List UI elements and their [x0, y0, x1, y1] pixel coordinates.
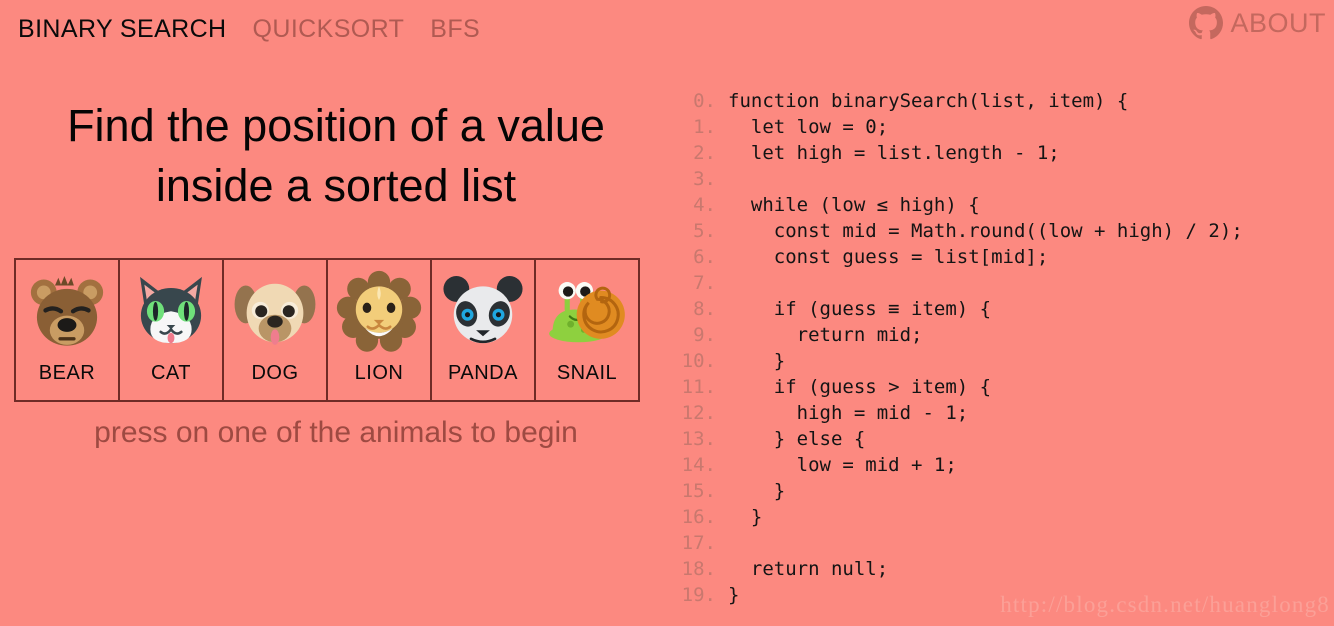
- code-line: 9. return mid;: [672, 322, 1334, 348]
- animal-card-cat[interactable]: CAT: [118, 258, 224, 402]
- line-content: if (guess > item) {: [728, 376, 992, 398]
- code-line: 3.: [672, 166, 1334, 192]
- line-number: 19.: [681, 584, 716, 606]
- nav-item-bfs[interactable]: BFS: [430, 15, 480, 44]
- code-line: 2. let high = list.length - 1;: [672, 140, 1334, 166]
- lion-face-icon: [336, 260, 422, 356]
- animal-card-label: LION: [354, 362, 404, 384]
- line-content: high = mid - 1;: [728, 402, 969, 424]
- about-link[interactable]: ABOUT: [1189, 6, 1326, 40]
- line-content: function binarySearch(list, item) {: [728, 90, 1129, 112]
- animal-card-label: PANDA: [448, 362, 518, 384]
- about-label: ABOUT: [1230, 7, 1326, 38]
- code-line: 11. if (guess > item) {: [672, 374, 1334, 400]
- code-line: 16. }: [672, 504, 1334, 530]
- instruction-text: press on one of the animals to begin: [94, 416, 578, 449]
- line-content: } else {: [728, 428, 866, 450]
- main-nav: BINARY SEARCH QUICKSORT BFS: [0, 15, 506, 44]
- code-line: 12. high = mid - 1;: [672, 400, 1334, 426]
- panda-face-icon: [440, 260, 526, 356]
- snail-icon: [544, 260, 630, 356]
- animal-card-panda[interactable]: PANDA: [430, 258, 536, 402]
- line-content: const guess = list[mid];: [728, 246, 1049, 268]
- nav-item-quicksort[interactable]: QUICKSORT: [253, 15, 405, 44]
- animal-card-label: SNAIL: [556, 362, 618, 384]
- header: BINARY SEARCH QUICKSORT BFS ABOUT: [0, 0, 1334, 58]
- line-number: 4.: [693, 194, 716, 216]
- code-line: 10. }: [672, 348, 1334, 374]
- line-number: 9.: [693, 324, 716, 346]
- code-line: 15. }: [672, 478, 1334, 504]
- animal-card-label: CAT: [150, 362, 191, 384]
- code-line: 7.: [672, 270, 1334, 296]
- left-panel: Find the position of a value inside a so…: [0, 58, 672, 626]
- line-content: }: [728, 480, 786, 502]
- line-number: 6.: [693, 246, 716, 268]
- app-root: BINARY SEARCH QUICKSORT BFS ABOUT Find t…: [0, 0, 1334, 626]
- line-content: const mid = Math.round((low + high) / 2)…: [728, 220, 1243, 242]
- line-content: }: [728, 506, 763, 528]
- code-line: 13. } else {: [672, 426, 1334, 452]
- line-number: 18.: [681, 558, 716, 580]
- page-title: Find the position of a value inside a so…: [0, 96, 672, 216]
- line-number: 7.: [693, 272, 716, 294]
- line-number: 15.: [681, 480, 716, 502]
- line-content: while (low ≤ high) {: [728, 194, 980, 216]
- watermark: http://blog.csdn.net/huanglong8: [1000, 592, 1330, 617]
- line-number: 2.: [693, 142, 716, 164]
- code-line: 17.: [672, 530, 1334, 556]
- line-number: 11.: [681, 376, 716, 398]
- code-line: 18. return null;: [672, 556, 1334, 582]
- line-number: 8.: [693, 298, 716, 320]
- line-number: 16.: [681, 506, 716, 528]
- headline-line-2: inside a sorted list: [155, 159, 517, 211]
- dog-face-icon: [232, 260, 318, 356]
- animal-card-list: BEAR CAT DOG LION PANDA SNAIL: [14, 258, 640, 402]
- line-number: 1.: [693, 116, 716, 138]
- code-line: 5. const mid = Math.round((low + high) /…: [672, 218, 1334, 244]
- animal-card-label: DOG: [251, 362, 299, 384]
- line-content: let low = 0;: [728, 116, 889, 138]
- line-number: 13.: [681, 428, 716, 450]
- line-content: low = mid + 1;: [728, 454, 957, 476]
- line-number: 3.: [693, 168, 716, 190]
- line-number: 10.: [681, 350, 716, 372]
- line-content: }: [728, 350, 786, 372]
- animal-card-lion[interactable]: LION: [326, 258, 432, 402]
- line-content: return mid;: [728, 324, 923, 346]
- code-line: 8. if (guess ≡ item) {: [672, 296, 1334, 322]
- headline-line-1: Find the position of a value: [67, 100, 605, 151]
- animal-card-bear[interactable]: BEAR: [14, 258, 120, 402]
- line-content: if (guess ≡ item) {: [728, 298, 992, 320]
- line-number: 5.: [693, 220, 716, 242]
- bear-face-icon: [24, 260, 110, 356]
- code-line: 0. function binarySearch(list, item) {: [672, 88, 1334, 114]
- code-panel: 0. function binarySearch(list, item) { 1.…: [672, 58, 1334, 626]
- animal-card-label: BEAR: [38, 362, 96, 384]
- line-number: 14.: [681, 454, 716, 476]
- line-number: 0.: [693, 90, 716, 112]
- line-number: 17.: [681, 532, 716, 554]
- line-content: return null;: [728, 558, 889, 580]
- code-line: 14. low = mid + 1;: [672, 452, 1334, 478]
- github-icon: [1189, 6, 1224, 40]
- code-line: 1. let low = 0;: [672, 114, 1334, 140]
- line-content: let high = list.length - 1;: [728, 142, 1060, 164]
- code-line: 4. while (low ≤ high) {: [672, 192, 1334, 218]
- line-content: }: [728, 584, 740, 606]
- cat-face-icon: [128, 260, 214, 356]
- animal-card-dog[interactable]: DOG: [222, 258, 328, 402]
- animal-card-snail[interactable]: SNAIL: [534, 258, 640, 402]
- line-number: 12.: [681, 402, 716, 424]
- code-line: 6. const guess = list[mid];: [672, 244, 1334, 270]
- nav-item-binary-search[interactable]: BINARY SEARCH: [18, 15, 227, 44]
